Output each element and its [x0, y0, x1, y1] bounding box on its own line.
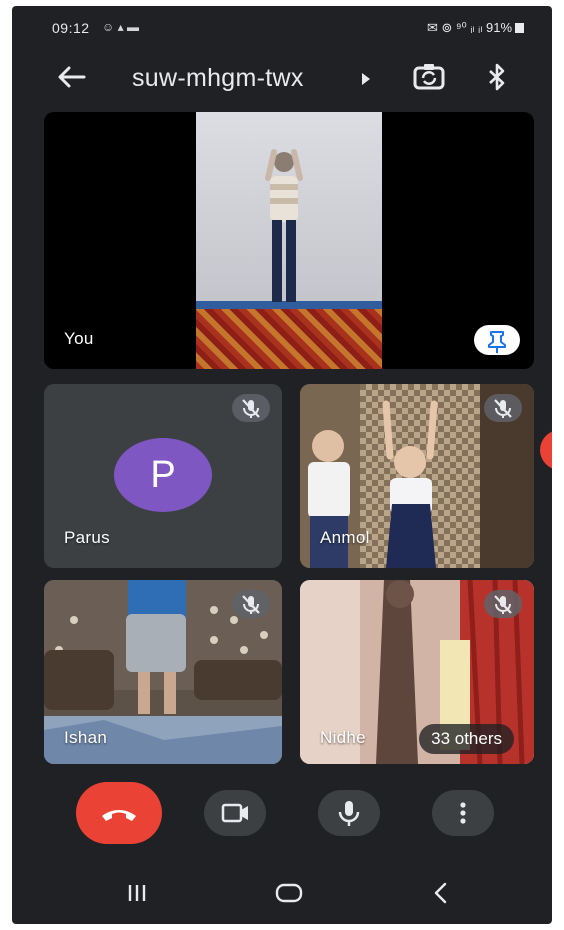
more-vert-icon: [460, 802, 466, 824]
side-handle[interactable]: [540, 430, 552, 470]
participant-tile-anmol[interactable]: Anmol: [300, 384, 534, 568]
self-video: [196, 112, 382, 369]
tile-name-ishan: Ishan: [64, 728, 108, 747]
mic-off-icon: [232, 394, 270, 422]
back-arrow-icon[interactable]: [54, 62, 88, 92]
mic-off-icon: [484, 394, 522, 422]
switch-camera-icon[interactable]: [412, 62, 446, 92]
caret-right-icon[interactable]: [362, 73, 370, 85]
app-bar: suw-mhgm-twx: [12, 54, 552, 102]
meeting-code[interactable]: suw-mhgm-twx: [132, 64, 304, 93]
avatar: P: [114, 438, 212, 512]
status-time: 09:12: [52, 20, 90, 36]
battery-icon: [515, 23, 524, 33]
tile-name-anmol: Anmol: [320, 528, 370, 547]
mic-toggle-button[interactable]: [318, 790, 380, 836]
status-right: ✉ ⊚ ⁹⁰ ᵢₗ ᵢₗ 91%: [427, 20, 524, 36]
participant-tile-ishan[interactable]: Ishan: [44, 580, 282, 764]
pin-icon: [488, 331, 506, 353]
tile-name-nidhi: Nidhe: [320, 728, 366, 747]
hang-up-button[interactable]: [76, 782, 162, 844]
back-icon[interactable]: [426, 880, 456, 906]
mic-off-icon: [484, 590, 522, 618]
person-figure: [265, 149, 303, 302]
others-count-chip[interactable]: 33 others: [419, 724, 514, 754]
participant-tile-nidhi[interactable]: Nidhe 33 others: [300, 580, 534, 764]
status-indicators: ✉ ⊚ ⁹⁰ ᵢₗ ᵢₗ 91%: [426, 20, 512, 35]
phone-screen: 09:12 ☺ ▴ ▬ ✉ ⊚ ⁹⁰ ᵢₗ ᵢₗ 91% suw-mhgm-tw…: [12, 6, 552, 924]
camera-toggle-button[interactable]: [204, 790, 266, 836]
more-options-button[interactable]: [432, 790, 494, 836]
bluetooth-icon[interactable]: [484, 62, 510, 92]
notification-icons: ☺ ▴ ▬: [102, 20, 139, 34]
tile-name-you: You: [64, 329, 94, 348]
call-end-icon: [102, 810, 136, 821]
participant-tile-parus[interactable]: P Parus: [44, 384, 282, 568]
camera-icon: [221, 803, 248, 823]
system-nav-bar: [12, 862, 552, 924]
carpet: [196, 309, 382, 369]
status-bar: 09:12 ☺ ▴ ▬ ✉ ⊚ ⁹⁰ ᵢₗ ᵢₗ 91%: [12, 6, 552, 46]
home-icon[interactable]: [274, 880, 304, 906]
mic-icon: [338, 801, 360, 826]
tile-name-parus: Parus: [64, 528, 110, 547]
recents-icon[interactable]: [122, 880, 152, 906]
pin-button[interactable]: [474, 325, 520, 355]
mic-off-icon: [232, 590, 270, 618]
self-video-tile[interactable]: You: [44, 112, 534, 369]
